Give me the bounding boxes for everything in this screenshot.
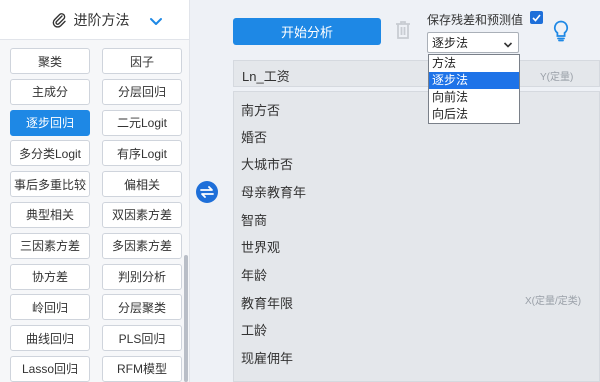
method-option[interactable]: 逐步法 (429, 72, 519, 89)
swap-icon[interactable] (196, 181, 218, 203)
method-button[interactable]: 岭回归 (10, 294, 90, 321)
panel-header[interactable]: 进阶方法 (0, 0, 189, 40)
method-button[interactable]: 分层聚类 (102, 294, 182, 321)
x-box-hint: X(定量/定类) (525, 296, 582, 307)
method-button[interactable]: PLS回归 (102, 325, 182, 352)
method-button[interactable]: 多分类Logit (10, 140, 90, 167)
method-button[interactable]: 曲线回归 (10, 325, 90, 352)
method-button[interactable]: 双因素方差 (102, 201, 182, 228)
x-variable-item[interactable]: 南方否 (241, 100, 280, 119)
y-variable[interactable]: Ln_工资 (242, 66, 290, 85)
method-button[interactable]: 二元Logit (102, 109, 182, 136)
save-residuals-checkbox[interactable] (530, 11, 543, 24)
x-variable-box[interactable]: X(定量/定类) 南方否婚否大城市否母亲教育年智商世界观年龄教育年限工龄现雇佣年 (233, 91, 600, 382)
panel-title: 进阶方法 (73, 11, 130, 28)
method-button[interactable]: 主成分 (10, 78, 90, 105)
method-button[interactable]: 典型相关 (10, 201, 90, 228)
method-option[interactable]: 方法 (429, 55, 519, 72)
method-button[interactable]: 聚类 (10, 48, 90, 74)
method-button[interactable]: 多因素方差 (102, 232, 182, 259)
trash-icon[interactable] (395, 20, 411, 43)
method-option[interactable]: 向后法 (429, 106, 519, 123)
method-button[interactable]: 事后多重比较 (10, 171, 90, 198)
x-variable-item[interactable]: 世界观 (241, 237, 280, 256)
x-variable-item[interactable]: 母亲教育年 (241, 182, 306, 201)
lightbulb-icon[interactable] (553, 20, 569, 45)
paperclip-icon (52, 12, 66, 31)
start-analysis-button[interactable]: 开始分析 (233, 18, 381, 45)
method-button[interactable]: 分层回归 (102, 78, 182, 105)
method-button[interactable]: 偏相关 (102, 171, 182, 198)
x-variable-item[interactable]: 工龄 (241, 320, 267, 339)
method-select-value: 逐步法 (432, 36, 469, 50)
scrollbar[interactable] (184, 255, 188, 382)
method-button[interactable]: 协方差 (10, 263, 90, 290)
method-button[interactable]: 有序Logit (102, 140, 182, 167)
method-button[interactable]: Lasso回归 (10, 355, 90, 382)
method-grid: 聚类 因子 主成分 分层回归 逐步回归 二元Logit 多分类Logit 有序Logit 事后多… (10, 48, 182, 382)
x-variable-item[interactable]: 大城市否 (241, 154, 293, 173)
method-button[interactable]: 因子 (102, 48, 182, 74)
chevron-down-icon[interactable] (149, 14, 163, 30)
x-variable-item[interactable]: 教育年限 (241, 293, 293, 312)
method-button[interactable]: 判别分析 (102, 263, 182, 290)
x-variable-item[interactable]: 婚否 (241, 127, 267, 146)
x-variable-item[interactable]: 现雇佣年 (241, 348, 293, 367)
method-button[interactable]: RFM模型 (102, 355, 182, 382)
y-variable-box[interactable]: Ln_工资 Y(定量) (233, 60, 600, 87)
chevron-down-icon (503, 38, 513, 52)
x-variable-item[interactable]: 智商 (241, 210, 267, 229)
method-button[interactable]: 逐步回归 (10, 109, 90, 136)
y-box-hint: Y(定量) (540, 72, 574, 83)
method-panel: 进阶方法 聚类 因子 主成分 分层回归 逐步回归 二元Logit 多分类Logit 有序Log… (0, 0, 190, 382)
method-button[interactable]: 三因素方差 (10, 232, 90, 259)
method-option[interactable]: 向前法 (429, 89, 519, 106)
method-select[interactable]: 逐步法 (427, 32, 519, 53)
save-residuals-label: 保存残差和预测值 (427, 13, 524, 27)
method-dropdown-list: 方法 逐步法 向前法 向后法 (428, 54, 520, 124)
x-variable-item[interactable]: 年龄 (241, 265, 267, 284)
